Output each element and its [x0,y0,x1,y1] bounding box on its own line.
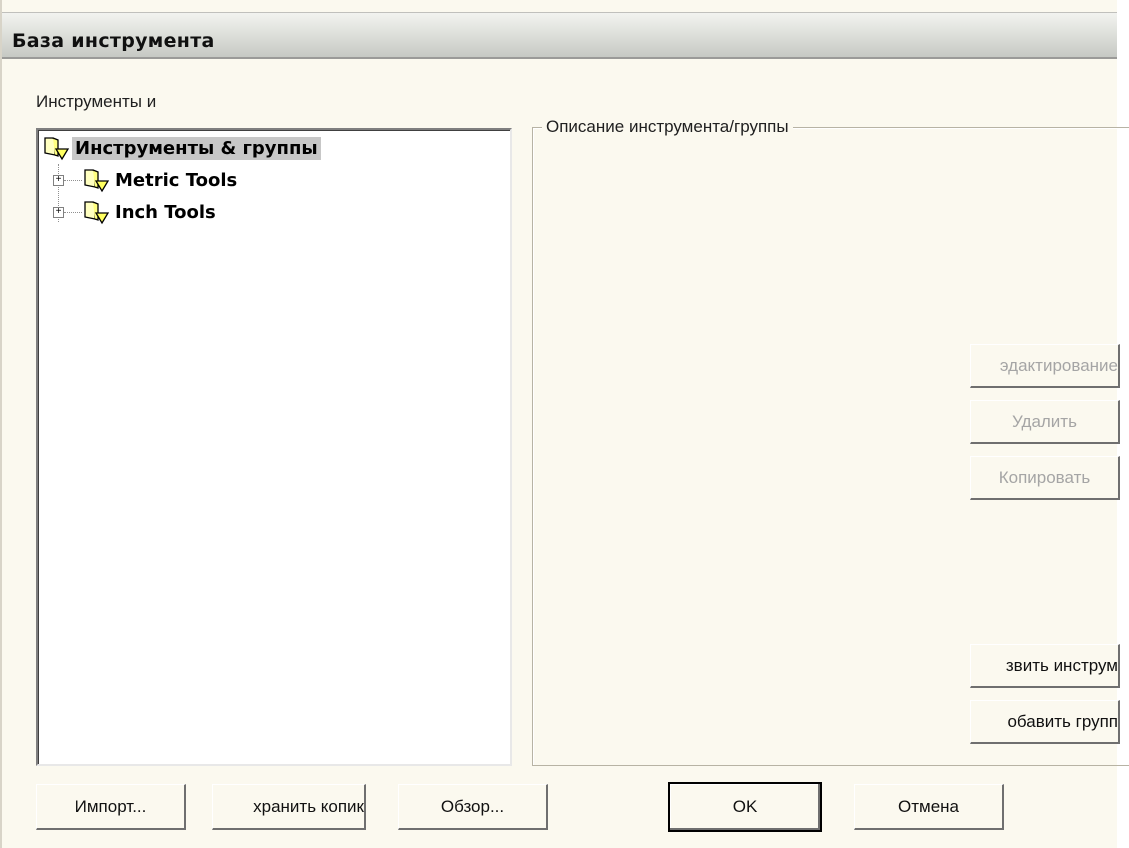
tree-item-metric-tools[interactable]: Metric Tools [82,166,240,194]
folder-tool-icon [44,137,70,161]
tree-item-root[interactable]: Инструменты & группы [42,134,321,162]
add-tool-button[interactable]: звить инструм [970,644,1120,688]
tree-connector [64,180,82,181]
cancel-button[interactable]: Отмена [854,784,1004,830]
edit-button[interactable]: эдактирование [970,344,1120,388]
copy-button[interactable]: Копировать [970,456,1120,500]
save-copy-button[interactable]: хранить копик [212,784,366,830]
import-button[interactable]: Импорт... [36,784,186,830]
window-title: База инструмента [12,30,215,52]
ok-button[interactable]: OK [668,782,822,832]
tree-item-label: Metric Tools [115,169,238,191]
browse-button[interactable]: Обзор... [398,784,548,830]
title-bar[interactable]: База инструмента [2,12,1117,59]
tree-item-label: Inch Tools [115,201,216,223]
tree-connector [64,212,82,213]
tools-tree[interactable]: Инструменты & группы + Metric Tools + In… [36,128,512,766]
description-title: Описание инструмента/группы [542,117,793,137]
tree-expander-inch[interactable]: + [53,207,64,218]
tree-expander-metric[interactable]: + [53,175,64,186]
tools-label: Инструменты и [36,92,157,111]
tree-item-inch-tools[interactable]: Inch Tools [82,198,219,226]
delete-button[interactable]: Удалить [970,400,1120,444]
add-group-button[interactable]: обавить групп [970,700,1120,744]
tool-database-dialog: База инструмента Инструменты и Инструмен… [0,0,1129,848]
tree-item-label: Инструменты & группы [72,136,321,160]
folder-tool-icon [84,169,110,193]
folder-tool-icon [84,201,110,225]
